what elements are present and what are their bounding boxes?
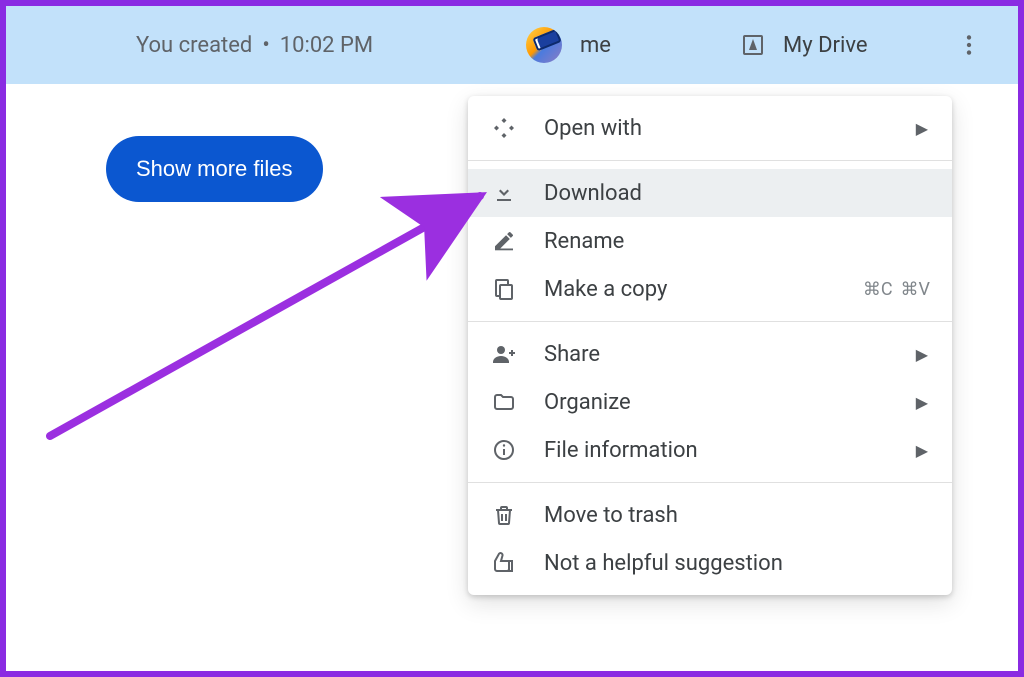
rename-icon bbox=[492, 229, 516, 253]
menu-label: Rename bbox=[544, 229, 624, 254]
menu-label: Organize bbox=[544, 390, 631, 415]
menu-item-download[interactable]: Download bbox=[468, 169, 952, 217]
menu-label: Download bbox=[544, 181, 642, 206]
menu-label: Share bbox=[544, 342, 600, 367]
trash-icon bbox=[492, 503, 516, 527]
keyboard-shortcut: ⌘C ⌘V bbox=[863, 279, 930, 300]
organize-icon bbox=[492, 390, 516, 414]
submenu-arrow-icon: ▶ bbox=[916, 345, 928, 364]
submenu-arrow-icon: ▶ bbox=[916, 393, 928, 412]
thumbs-down-icon bbox=[492, 551, 516, 575]
open-with-icon bbox=[492, 116, 516, 140]
copy-icon bbox=[492, 277, 516, 301]
menu-separator bbox=[468, 482, 952, 483]
created-time: 10:02 PM bbox=[280, 33, 373, 58]
created-label: You created bbox=[136, 33, 252, 58]
menu-label: Open with bbox=[544, 116, 642, 141]
owner-avatar bbox=[526, 27, 562, 63]
location-label: My Drive bbox=[783, 33, 868, 58]
menu-item-share[interactable]: Share ▶ bbox=[468, 330, 952, 378]
menu-item-open-with[interactable]: Open with ▶ bbox=[468, 104, 952, 152]
menu-label: Move to trash bbox=[544, 503, 678, 528]
menu-item-rename[interactable]: Rename bbox=[468, 217, 952, 265]
menu-item-trash[interactable]: Move to trash bbox=[468, 491, 952, 539]
dot-separator: • bbox=[262, 33, 269, 58]
menu-separator bbox=[468, 321, 952, 322]
menu-label: Not a helpful suggestion bbox=[544, 551, 783, 576]
created-info: You created • 10:02 PM bbox=[6, 33, 373, 58]
menu-separator bbox=[468, 160, 952, 161]
menu-item-make-a-copy[interactable]: Make a copy ⌘C ⌘V bbox=[468, 265, 952, 313]
owner-name: me bbox=[580, 33, 611, 58]
submenu-arrow-icon: ▶ bbox=[916, 119, 928, 138]
location-cell: My Drive bbox=[741, 6, 868, 84]
menu-item-organize[interactable]: Organize ▶ bbox=[468, 378, 952, 426]
menu-label: Make a copy bbox=[544, 277, 667, 302]
menu-item-file-info[interactable]: File information ▶ bbox=[468, 426, 952, 474]
context-menu: Open with ▶ Download Rename Make a copy … bbox=[468, 96, 952, 595]
more-options-button[interactable] bbox=[956, 6, 982, 84]
drive-icon bbox=[741, 33, 765, 57]
download-icon bbox=[492, 181, 516, 205]
info-icon bbox=[492, 438, 516, 462]
screenshot-frame: You created • 10:02 PM me My Drive Show … bbox=[0, 0, 1024, 677]
menu-label: File information bbox=[544, 438, 698, 463]
menu-item-not-helpful[interactable]: Not a helpful suggestion bbox=[468, 539, 952, 587]
file-row-selected[interactable]: You created • 10:02 PM me My Drive bbox=[6, 6, 1018, 84]
owner-cell: me bbox=[526, 6, 611, 84]
submenu-arrow-icon: ▶ bbox=[916, 441, 928, 460]
share-icon bbox=[492, 342, 516, 366]
show-more-files-button[interactable]: Show more files bbox=[106, 136, 323, 202]
